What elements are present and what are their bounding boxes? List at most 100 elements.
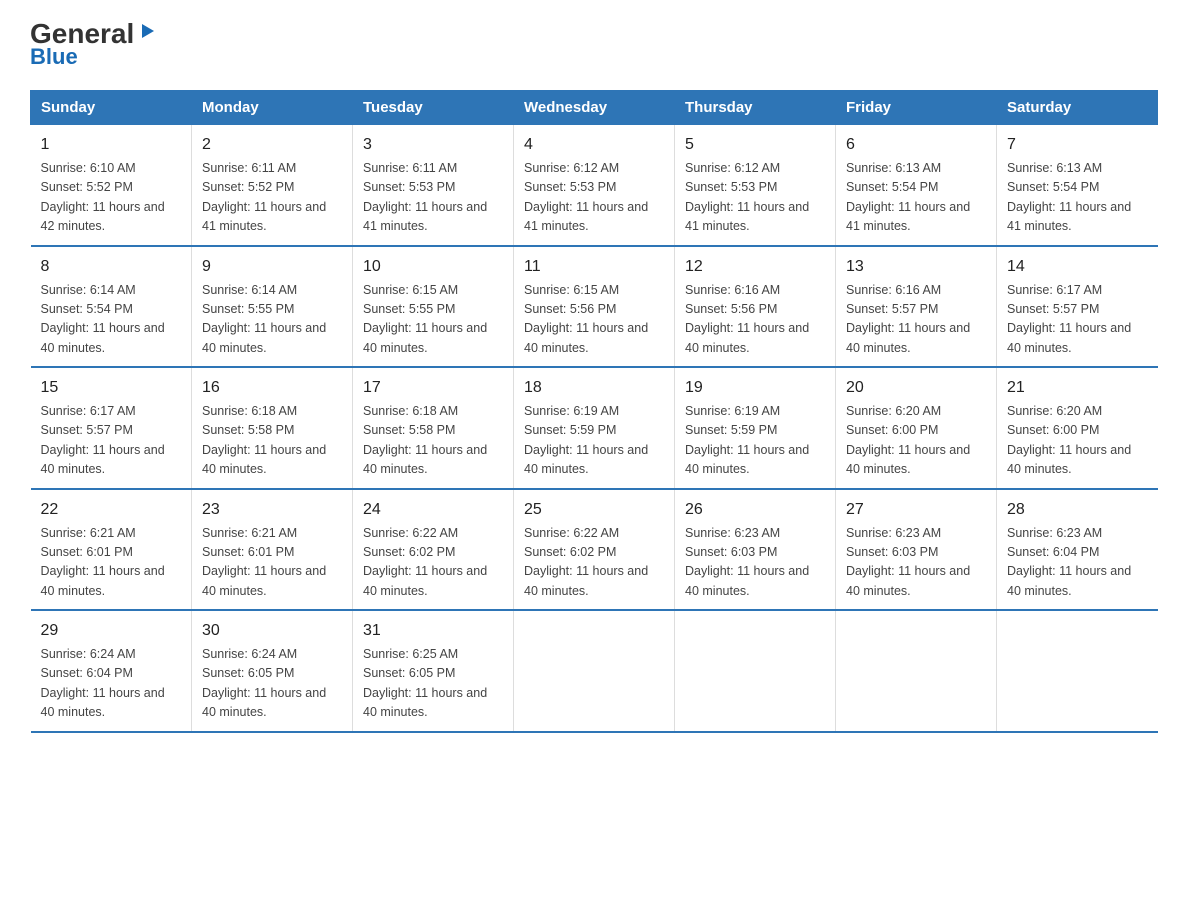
calendar-body: 1 Sunrise: 6:10 AMSunset: 5:52 PMDayligh… [31, 125, 1158, 732]
calendar-week-row: 15 Sunrise: 6:17 AMSunset: 5:57 PMDaylig… [31, 367, 1158, 489]
day-number: 31 [363, 619, 503, 643]
calendar-week-row: 8 Sunrise: 6:14 AMSunset: 5:54 PMDayligh… [31, 246, 1158, 368]
calendar-cell: 28 Sunrise: 6:23 AMSunset: 6:04 PMDaylig… [997, 489, 1158, 611]
day-info: Sunrise: 6:16 AMSunset: 5:57 PMDaylight:… [846, 281, 986, 359]
day-info: Sunrise: 6:15 AMSunset: 5:55 PMDaylight:… [363, 281, 503, 359]
day-info: Sunrise: 6:14 AMSunset: 5:55 PMDaylight:… [202, 281, 342, 359]
calendar-week-row: 29 Sunrise: 6:24 AMSunset: 6:04 PMDaylig… [31, 610, 1158, 732]
day-number: 8 [41, 255, 182, 279]
day-info: Sunrise: 6:22 AMSunset: 6:02 PMDaylight:… [524, 524, 664, 602]
day-info: Sunrise: 6:18 AMSunset: 5:58 PMDaylight:… [363, 402, 503, 480]
day-number: 20 [846, 376, 986, 400]
day-number: 4 [524, 133, 664, 157]
calendar-cell: 14 Sunrise: 6:17 AMSunset: 5:57 PMDaylig… [997, 246, 1158, 368]
weekday-header-sunday: Sunday [31, 91, 192, 125]
calendar-cell [997, 610, 1158, 732]
day-info: Sunrise: 6:16 AMSunset: 5:56 PMDaylight:… [685, 281, 825, 359]
day-info: Sunrise: 6:19 AMSunset: 5:59 PMDaylight:… [685, 402, 825, 480]
day-info: Sunrise: 6:10 AMSunset: 5:52 PMDaylight:… [41, 159, 182, 237]
day-number: 25 [524, 498, 664, 522]
day-info: Sunrise: 6:17 AMSunset: 5:57 PMDaylight:… [41, 402, 182, 480]
day-number: 21 [1007, 376, 1148, 400]
day-info: Sunrise: 6:14 AMSunset: 5:54 PMDaylight:… [41, 281, 182, 359]
day-number: 12 [685, 255, 825, 279]
calendar-cell: 21 Sunrise: 6:20 AMSunset: 6:00 PMDaylig… [997, 367, 1158, 489]
calendar-cell: 29 Sunrise: 6:24 AMSunset: 6:04 PMDaylig… [31, 610, 192, 732]
day-number: 28 [1007, 498, 1148, 522]
day-info: Sunrise: 6:20 AMSunset: 6:00 PMDaylight:… [1007, 402, 1148, 480]
day-info: Sunrise: 6:24 AMSunset: 6:04 PMDaylight:… [41, 645, 182, 723]
calendar-cell [514, 610, 675, 732]
day-info: Sunrise: 6:22 AMSunset: 6:02 PMDaylight:… [363, 524, 503, 602]
weekday-header-monday: Monday [192, 91, 353, 125]
day-number: 18 [524, 376, 664, 400]
day-info: Sunrise: 6:15 AMSunset: 5:56 PMDaylight:… [524, 281, 664, 359]
day-info: Sunrise: 6:12 AMSunset: 5:53 PMDaylight:… [524, 159, 664, 237]
page-header: General Blue [30, 20, 1158, 70]
calendar-cell: 24 Sunrise: 6:22 AMSunset: 6:02 PMDaylig… [353, 489, 514, 611]
day-info: Sunrise: 6:24 AMSunset: 6:05 PMDaylight:… [202, 645, 342, 723]
calendar-cell: 26 Sunrise: 6:23 AMSunset: 6:03 PMDaylig… [675, 489, 836, 611]
day-number: 15 [41, 376, 182, 400]
calendar-cell: 27 Sunrise: 6:23 AMSunset: 6:03 PMDaylig… [836, 489, 997, 611]
logo-arrow-icon [136, 20, 158, 42]
calendar-cell: 9 Sunrise: 6:14 AMSunset: 5:55 PMDayligh… [192, 246, 353, 368]
calendar-cell: 19 Sunrise: 6:19 AMSunset: 5:59 PMDaylig… [675, 367, 836, 489]
day-number: 19 [685, 376, 825, 400]
day-info: Sunrise: 6:13 AMSunset: 5:54 PMDaylight:… [846, 159, 986, 237]
day-info: Sunrise: 6:11 AMSunset: 5:52 PMDaylight:… [202, 159, 342, 237]
day-number: 10 [363, 255, 503, 279]
day-number: 13 [846, 255, 986, 279]
calendar-week-row: 22 Sunrise: 6:21 AMSunset: 6:01 PMDaylig… [31, 489, 1158, 611]
day-number: 11 [524, 255, 664, 279]
calendar-cell: 2 Sunrise: 6:11 AMSunset: 5:52 PMDayligh… [192, 125, 353, 246]
calendar-cell: 13 Sunrise: 6:16 AMSunset: 5:57 PMDaylig… [836, 246, 997, 368]
calendar-header: SundayMondayTuesdayWednesdayThursdayFrid… [31, 91, 1158, 125]
calendar-cell: 31 Sunrise: 6:25 AMSunset: 6:05 PMDaylig… [353, 610, 514, 732]
calendar-cell: 11 Sunrise: 6:15 AMSunset: 5:56 PMDaylig… [514, 246, 675, 368]
day-info: Sunrise: 6:25 AMSunset: 6:05 PMDaylight:… [363, 645, 503, 723]
calendar-cell: 1 Sunrise: 6:10 AMSunset: 5:52 PMDayligh… [31, 125, 192, 246]
day-number: 22 [41, 498, 182, 522]
day-info: Sunrise: 6:17 AMSunset: 5:57 PMDaylight:… [1007, 281, 1148, 359]
day-info: Sunrise: 6:18 AMSunset: 5:58 PMDaylight:… [202, 402, 342, 480]
calendar-cell [675, 610, 836, 732]
calendar-cell: 4 Sunrise: 6:12 AMSunset: 5:53 PMDayligh… [514, 125, 675, 246]
weekday-header-thursday: Thursday [675, 91, 836, 125]
day-info: Sunrise: 6:21 AMSunset: 6:01 PMDaylight:… [41, 524, 182, 602]
calendar-cell: 17 Sunrise: 6:18 AMSunset: 5:58 PMDaylig… [353, 367, 514, 489]
day-info: Sunrise: 6:23 AMSunset: 6:03 PMDaylight:… [846, 524, 986, 602]
day-info: Sunrise: 6:13 AMSunset: 5:54 PMDaylight:… [1007, 159, 1148, 237]
calendar-cell: 7 Sunrise: 6:13 AMSunset: 5:54 PMDayligh… [997, 125, 1158, 246]
day-info: Sunrise: 6:20 AMSunset: 6:00 PMDaylight:… [846, 402, 986, 480]
calendar-cell: 22 Sunrise: 6:21 AMSunset: 6:01 PMDaylig… [31, 489, 192, 611]
weekday-header-saturday: Saturday [997, 91, 1158, 125]
calendar-cell: 16 Sunrise: 6:18 AMSunset: 5:58 PMDaylig… [192, 367, 353, 489]
day-number: 3 [363, 133, 503, 157]
day-number: 5 [685, 133, 825, 157]
calendar-week-row: 1 Sunrise: 6:10 AMSunset: 5:52 PMDayligh… [31, 125, 1158, 246]
calendar-cell: 25 Sunrise: 6:22 AMSunset: 6:02 PMDaylig… [514, 489, 675, 611]
weekday-header-friday: Friday [836, 91, 997, 125]
calendar-cell: 20 Sunrise: 6:20 AMSunset: 6:00 PMDaylig… [836, 367, 997, 489]
calendar-cell: 15 Sunrise: 6:17 AMSunset: 5:57 PMDaylig… [31, 367, 192, 489]
day-number: 2 [202, 133, 342, 157]
calendar-cell: 30 Sunrise: 6:24 AMSunset: 6:05 PMDaylig… [192, 610, 353, 732]
day-number: 14 [1007, 255, 1148, 279]
day-number: 17 [363, 376, 503, 400]
calendar-cell: 6 Sunrise: 6:13 AMSunset: 5:54 PMDayligh… [836, 125, 997, 246]
day-number: 27 [846, 498, 986, 522]
day-info: Sunrise: 6:23 AMSunset: 6:04 PMDaylight:… [1007, 524, 1148, 602]
weekday-header-wednesday: Wednesday [514, 91, 675, 125]
day-number: 30 [202, 619, 342, 643]
day-number: 9 [202, 255, 342, 279]
calendar-table: SundayMondayTuesdayWednesdayThursdayFrid… [30, 90, 1158, 733]
calendar-cell [836, 610, 997, 732]
day-info: Sunrise: 6:23 AMSunset: 6:03 PMDaylight:… [685, 524, 825, 602]
day-number: 16 [202, 376, 342, 400]
day-number: 7 [1007, 133, 1148, 157]
day-info: Sunrise: 6:19 AMSunset: 5:59 PMDaylight:… [524, 402, 664, 480]
calendar-cell: 8 Sunrise: 6:14 AMSunset: 5:54 PMDayligh… [31, 246, 192, 368]
calendar-cell: 18 Sunrise: 6:19 AMSunset: 5:59 PMDaylig… [514, 367, 675, 489]
calendar-cell: 12 Sunrise: 6:16 AMSunset: 5:56 PMDaylig… [675, 246, 836, 368]
